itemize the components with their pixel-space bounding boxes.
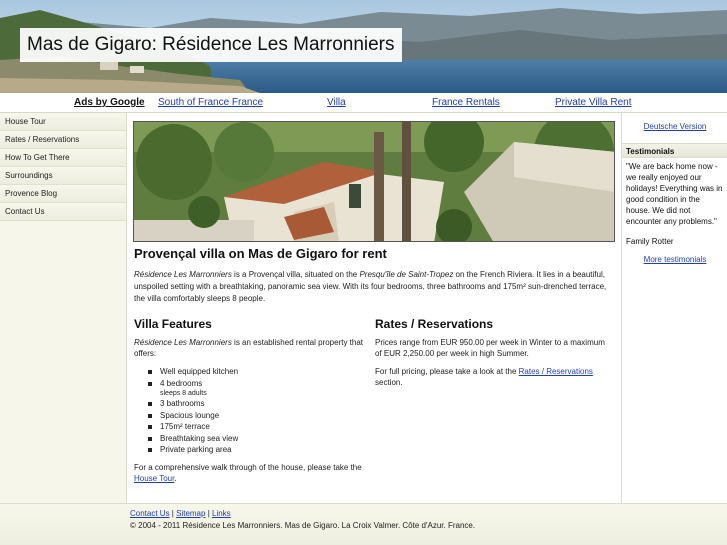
nav-item-how-to-get-there[interactable]: How To Get There: [0, 149, 126, 167]
list-item: 3 bathrooms: [148, 398, 364, 410]
list-item: 175m² terrace: [148, 421, 364, 433]
footer-link-contact-us[interactable]: Contact Us: [130, 509, 170, 518]
villa-features-intro: Résidence Les Marronniers is an establis…: [134, 337, 364, 359]
nav-item-provence-blog[interactable]: Provence Blog: [0, 185, 126, 203]
copyright-text: © 2004 - 2011 Résidence Les Marronniers.…: [130, 521, 476, 530]
list-item: Spacious lounge: [148, 410, 364, 422]
more-testimonials-link[interactable]: More testimonials: [622, 255, 727, 264]
villa-photo-image: [134, 122, 614, 241]
nav-item-contact-us[interactable]: Contact Us: [0, 203, 126, 221]
walkthrough-text: For a comprehensive walk through of the …: [134, 462, 362, 472]
features-residence-name: Résidence Les Marronniers: [134, 338, 232, 347]
ads-by-google-label[interactable]: Ads by Google: [74, 97, 145, 108]
list-item: Private parking area: [148, 444, 364, 456]
residence-name: Résidence Les Marronniers: [134, 270, 232, 279]
bullet-icon: [148, 370, 152, 374]
bullet-icon: [148, 413, 152, 418]
ads-bar: Ads by Google South of France France Vil…: [0, 93, 727, 113]
testimonials-title: Testimonials: [622, 143, 727, 158]
pricing-end: section.: [375, 378, 403, 387]
list-item: Breathtaking sea view: [148, 433, 364, 445]
ad-link-villa[interactable]: Villa: [327, 97, 346, 108]
bullet-icon: [148, 402, 152, 406]
rates-reservations-link[interactable]: Rates / Reservations: [519, 367, 593, 376]
testimonial-author: Family Rotter: [626, 237, 674, 246]
feature-text: 4 bedrooms: [160, 378, 203, 388]
feature-text: Private parking area: [160, 445, 232, 454]
feature-text: Breathtaking sea view: [160, 433, 239, 443]
villa-features-section: Villa Features Résidence Les Marronniers…: [134, 317, 364, 491]
features-list: Well equipped kitchen 4 bedrooms sleeps 8…: [134, 366, 364, 456]
bullet-icon: [148, 425, 152, 429]
feature-text: Well equipped kitchen: [160, 367, 239, 376]
villa-photo: [133, 121, 615, 242]
ad-link-south-of-france[interactable]: South of France France: [158, 97, 263, 108]
rates-section: Rates / Reservations Prices range from E…: [375, 317, 605, 395]
villa-features-heading: Villa Features: [134, 317, 212, 331]
feature-text: 175m² terrace: [160, 422, 210, 431]
peninsula-name: Presqu'île de Saint-Tropez: [359, 270, 454, 279]
footer-link-sitemap[interactable]: Sitemap: [176, 509, 205, 518]
rates-heading: Rates / Reservations: [375, 317, 494, 331]
ad-link-private-villa-rent[interactable]: Private Villa Rent: [555, 97, 632, 108]
intro-text-part1: is a Provençal villa, situated on the: [231, 270, 360, 279]
ad-link-france-rentals[interactable]: France Rentals: [432, 97, 500, 108]
prices-text: Prices range from EUR 950.00 per week in…: [375, 338, 605, 358]
intro-paragraph: Résidence Les Marronniers is a Provençal…: [134, 269, 616, 305]
walkthrough-end: .: [174, 473, 177, 483]
page-heading: Provençal villa on Mas de Gigaro for ren…: [134, 246, 387, 261]
nav-item-rates-reservations[interactable]: Rates / Reservations: [0, 131, 126, 149]
bedrooms-note: sleeps 8 adults: [160, 390, 207, 397]
header-banner: Mas de Gigaro: Résidence Les Marronniers: [0, 0, 727, 93]
pricing-text: For full pricing, please take a look at …: [375, 367, 519, 376]
bullet-icon: [148, 448, 152, 452]
bullet-icon: [148, 436, 152, 441]
site-title: Mas de Gigaro: Résidence Les Marronniers: [20, 28, 402, 62]
feature-text: Spacious lounge: [160, 410, 220, 420]
nav-item-house-tour[interactable]: House Tour: [0, 113, 126, 131]
testimonial-quote: "We are back home now - we really enjoye…: [626, 162, 723, 226]
right-sidebar: Deutsche Version Testimonials "We are ba…: [621, 113, 727, 503]
bullet-icon: [148, 381, 152, 386]
left-navigation: House Tour Rates / Reservations How To G…: [0, 113, 127, 503]
feature-text: 3 bathrooms: [160, 399, 205, 408]
list-item: Well equipped kitchen: [148, 366, 364, 378]
deutsche-version-link[interactable]: Deutsche Version: [622, 122, 727, 131]
main-content: Provençal villa on Mas de Gigaro for ren…: [127, 113, 621, 503]
footer: Contact Us | Sitemap | Links © 2004 - 20…: [0, 503, 727, 545]
footer-link-links[interactable]: Links: [212, 509, 231, 518]
list-item: 4 bedrooms sleeps 8 adults: [148, 378, 364, 399]
house-tour-link[interactable]: House Tour: [134, 474, 174, 483]
footer-links: Contact Us | Sitemap | Links: [130, 509, 231, 518]
walkthrough-paragraph: For a comprehensive walk through of the …: [134, 462, 364, 484]
pricing-paragraph: For full pricing, please take a look at …: [375, 366, 605, 388]
nav-item-surroundings[interactable]: Surroundings: [0, 167, 126, 185]
